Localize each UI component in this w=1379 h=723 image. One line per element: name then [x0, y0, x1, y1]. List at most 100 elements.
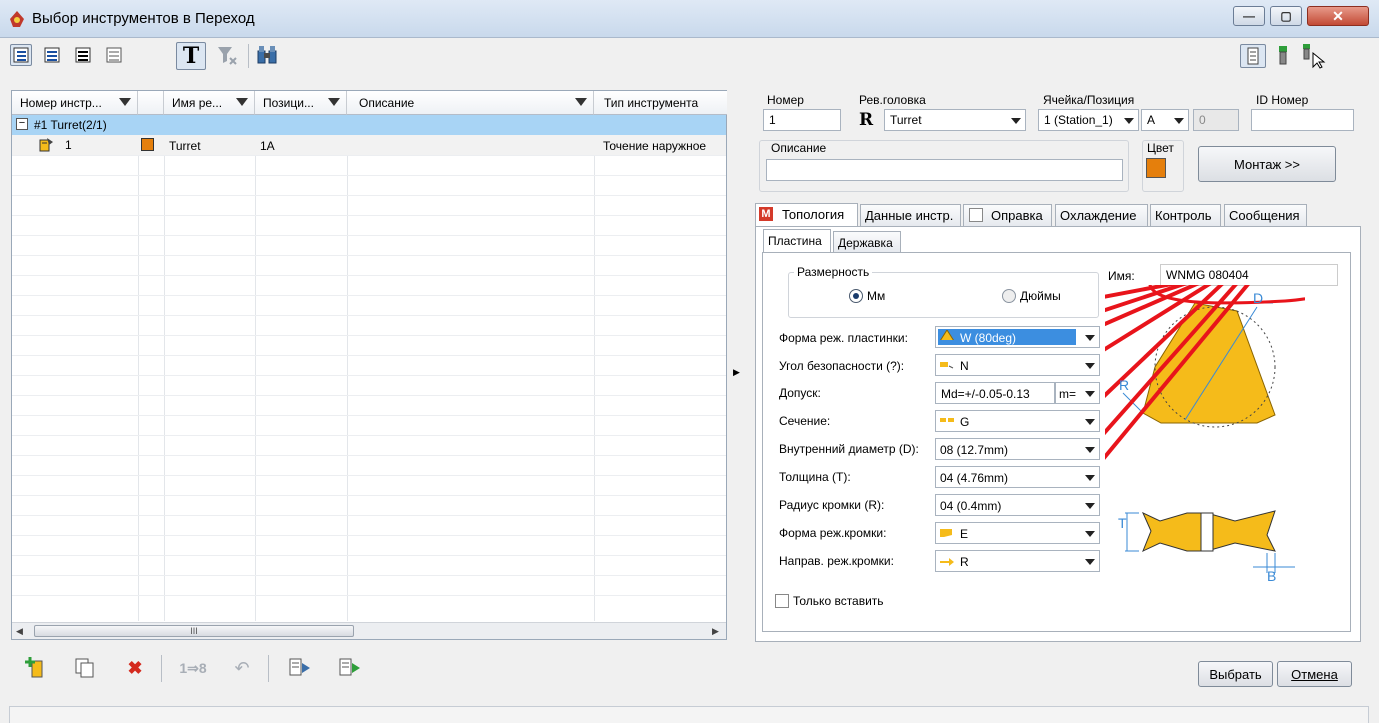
- copy-button[interactable]: [74, 657, 96, 679]
- export-button[interactable]: [338, 657, 360, 679]
- group-label: #1 Turret(2/1): [34, 118, 107, 132]
- import-icon: [289, 658, 310, 676]
- table-row[interactable]: 1 Turret 1A Точение наружное: [12, 135, 726, 155]
- column-header-name[interactable]: Имя ре...: [164, 91, 255, 115]
- id-field[interactable]: [1251, 109, 1354, 131]
- tool-pointer-button[interactable]: [1298, 42, 1328, 70]
- edge-shape-select[interactable]: E: [935, 522, 1100, 544]
- tab-control[interactable]: Контроль: [1150, 204, 1221, 226]
- field-value: R: [960, 555, 969, 569]
- renumber-button[interactable]: 1⇒8: [176, 657, 210, 679]
- collapse-icon[interactable]: −: [16, 118, 28, 130]
- add-tool-button[interactable]: [24, 657, 46, 679]
- column-header-description[interactable]: Описание: [347, 91, 594, 115]
- cancel-button[interactable]: Отмена: [1277, 661, 1352, 687]
- cell-select[interactable]: 1 (Station_1): [1038, 109, 1139, 131]
- dropdown-arrow-icon: [1174, 118, 1184, 124]
- clear-filter-button[interactable]: [216, 44, 238, 66]
- position-select[interactable]: A: [1141, 109, 1189, 131]
- text-mode-button[interactable]: T: [176, 42, 206, 70]
- list-view-2-button[interactable]: [41, 44, 63, 66]
- toolbar-separator: [248, 44, 249, 68]
- number-field[interactable]: 1: [763, 109, 841, 131]
- corner-radius-select[interactable]: 04 (0.4mm): [935, 494, 1100, 516]
- insert-shape-select[interactable]: W (80deg): [935, 326, 1100, 348]
- field-label: Толщина (T):: [779, 470, 851, 484]
- dimension-label: Размерность: [794, 265, 873, 279]
- description-field[interactable]: [766, 159, 1123, 181]
- add-tool-icon: [25, 657, 43, 678]
- tab-label: Контроль: [1155, 208, 1212, 223]
- expand-arrow-icon[interactable]: ▶: [733, 367, 740, 378]
- insert-name-field[interactable]: WNMG 080404: [1160, 264, 1338, 286]
- subtab-label: Пластина: [768, 234, 822, 248]
- select-button[interactable]: Выбрать: [1198, 661, 1273, 687]
- maximize-button[interactable]: ▢: [1270, 6, 1302, 26]
- holder-checkbox[interactable]: [969, 208, 983, 222]
- revolver-value: Turret: [890, 113, 922, 127]
- thickness-select[interactable]: 04 (4.76mm): [935, 466, 1100, 488]
- grid-line: [255, 115, 256, 621]
- tab-holder[interactable]: Оправка: [963, 204, 1052, 226]
- column-header-type[interactable]: Тип инструмента: [594, 91, 727, 115]
- revolver-select[interactable]: Turret: [884, 109, 1026, 131]
- minimize-button[interactable]: —: [1233, 6, 1265, 26]
- delete-button[interactable]: ✖: [124, 657, 146, 679]
- list-view-1-button[interactable]: [10, 44, 32, 66]
- radio-dot: [853, 293, 859, 299]
- tab-topology-label: Топология: [782, 207, 845, 222]
- scroll-right-icon[interactable]: ▶: [712, 626, 719, 637]
- tool-grid: Номер инстр... Имя ре... Позици... Описа…: [11, 90, 727, 640]
- only-insert-checkbox[interactable]: [775, 594, 789, 608]
- scroll-left-icon[interactable]: ◀: [16, 626, 23, 637]
- color-swatch-button[interactable]: [1146, 158, 1166, 178]
- binoculars-button[interactable]: [256, 44, 278, 66]
- subtab-insert[interactable]: Пластина: [763, 229, 831, 253]
- undo-button[interactable]: ↶: [231, 657, 253, 679]
- column-header-number[interactable]: Номер инстр...: [12, 91, 138, 115]
- mount-button[interactable]: Монтаж >>: [1198, 146, 1336, 182]
- subtab-holder[interactable]: Державка: [833, 231, 901, 253]
- close-icon: ✕: [1332, 7, 1344, 24]
- close-button[interactable]: ✕: [1307, 6, 1369, 26]
- undo-arrow-icon: ↶: [234, 657, 250, 678]
- edge-direction-select[interactable]: R: [935, 550, 1100, 572]
- splitter[interactable]: ▶: [728, 90, 744, 640]
- revolver-label: Рев.головка: [859, 93, 926, 107]
- tab-cooling[interactable]: Охлаждение: [1055, 204, 1148, 226]
- field-label: Допуск:: [779, 386, 821, 400]
- text-t-icon: T: [182, 43, 200, 69]
- tolerance-select[interactable]: Md=+/-0.05-0.13: [935, 382, 1055, 404]
- tab-messages[interactable]: Сообщения: [1224, 204, 1307, 226]
- tab-topology[interactable]: M Топология: [755, 203, 858, 227]
- scroll-thumb[interactable]: III: [34, 625, 354, 637]
- description-label: Описание: [769, 141, 829, 155]
- tool-green-button[interactable]: [1272, 44, 1294, 66]
- column-header-color[interactable]: [138, 91, 164, 115]
- radio-inch[interactable]: [1002, 289, 1016, 303]
- list-view-3-button[interactable]: [72, 44, 94, 66]
- tab-tool-data[interactable]: Данные инстр.: [860, 204, 961, 226]
- diagram-label-b: B: [1267, 568, 1277, 584]
- field-label: Сечение:: [779, 414, 831, 428]
- horizontal-scrollbar[interactable]: ◀ III ▶: [12, 622, 726, 639]
- revolver-r-icon: R: [859, 110, 874, 130]
- dropdown-arrow-icon: [1085, 419, 1095, 425]
- section-select[interactable]: G: [935, 410, 1100, 432]
- inner-diameter-select[interactable]: 08 (12.7mm): [935, 438, 1100, 460]
- group-row[interactable]: − #1 Turret(2/1): [12, 115, 726, 135]
- sort-arrow-icon: [575, 98, 587, 106]
- list-view-4-button[interactable]: [103, 44, 125, 66]
- clearance-angle-select[interactable]: N: [935, 354, 1100, 376]
- column-header-position[interactable]: Позици...: [255, 91, 347, 115]
- radio-inch-label: Дюймы: [1020, 289, 1061, 303]
- grid-row-line: [12, 315, 726, 316]
- tolerance-m-select[interactable]: m=: [1055, 382, 1100, 404]
- field-label: Угол безопасности (?):: [779, 359, 905, 373]
- tool-view-button[interactable]: [1240, 44, 1266, 68]
- binoculars-icon: [257, 46, 277, 64]
- cell-value: 1 (Station_1): [1044, 113, 1113, 127]
- tool-name: Turret: [169, 139, 201, 153]
- radio-mm[interactable]: [849, 289, 863, 303]
- import-button[interactable]: [288, 657, 310, 679]
